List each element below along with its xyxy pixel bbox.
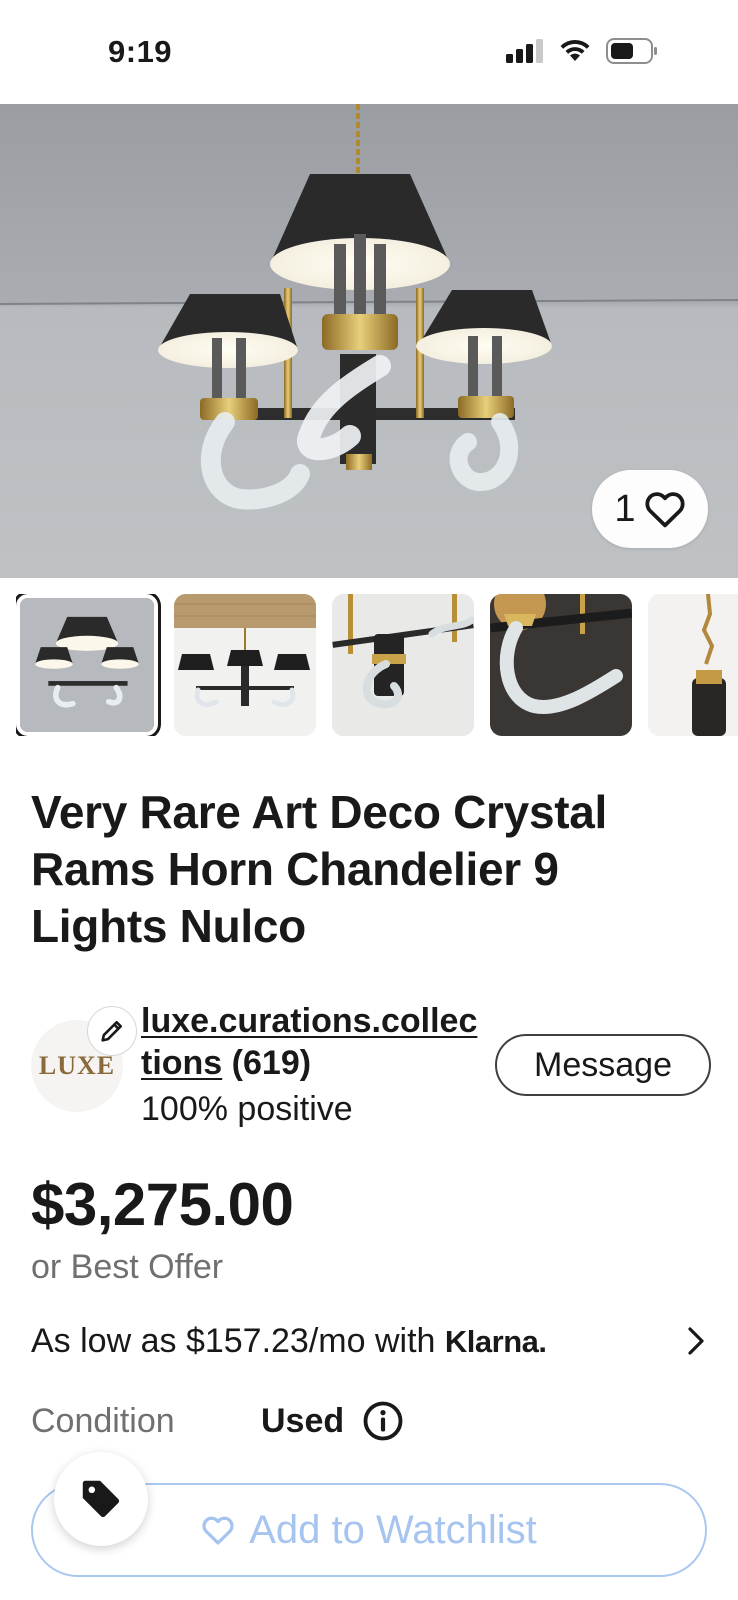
status-bar: 9:19 — [0, 0, 738, 104]
message-seller-button[interactable]: Message — [495, 1034, 711, 1096]
listing-title: Very Rare Art Deco Crystal Rams Horn Cha… — [31, 786, 608, 952]
status-icons — [506, 38, 658, 64]
thumbnail-4[interactable] — [490, 594, 632, 736]
watchlist-label: Add to Watchlist — [249, 1507, 537, 1552]
battery-icon — [606, 38, 657, 64]
klarna-logo: Klarna. — [444, 1323, 547, 1359]
thumbnail-strip[interactable] — [16, 594, 738, 736]
condition-value: Used — [261, 1401, 345, 1440]
tag-icon — [82, 1480, 120, 1518]
thumbnail-3[interactable] — [332, 594, 474, 736]
seller-logo: LUXE — [38, 1051, 116, 1080]
pencil-icon — [101, 1020, 123, 1042]
financing-amount: As low as $157.23/mo with — [31, 1321, 436, 1360]
product-image-carousel[interactable]: 1 — [0, 104, 738, 578]
thumbnail-image — [20, 598, 154, 732]
chevron-right-icon — [688, 1327, 704, 1355]
status-time: 9:19 — [108, 34, 173, 69]
thumbnail-5[interactable] — [648, 594, 738, 736]
floating-tag-button[interactable] — [54, 1452, 148, 1546]
seller-name: luxe.curations.collections (619) — [141, 1000, 481, 1084]
klarna-financing-row[interactable]: As low as $157.23/mo with Klarna. — [31, 1318, 707, 1364]
thumbnail-image — [490, 594, 632, 736]
info-icon[interactable] — [362, 1400, 404, 1442]
financing-text: As low as $157.23/mo with Klarna. — [31, 1321, 547, 1362]
watch-count: 1 — [614, 487, 636, 530]
wifi-icon — [560, 39, 590, 61]
condition-label: Condition — [31, 1401, 175, 1440]
heart-icon — [645, 492, 685, 528]
thumbnail-image — [648, 594, 738, 736]
watch-count-button[interactable]: 1 — [592, 470, 708, 548]
seller-section: LUXE luxe.curations.collections (619) 10… — [31, 1000, 711, 1130]
thumbnail-image — [332, 594, 474, 736]
thumbnail-2[interactable] — [174, 594, 316, 736]
cellular-signal-icon — [506, 39, 543, 63]
best-offer-text: or Best Offer — [31, 1248, 224, 1286]
edit-avatar-button[interactable] — [87, 1006, 137, 1056]
seller-positive-feedback: 100% positive — [141, 1090, 353, 1128]
condition-row: Condition Used — [31, 1396, 431, 1446]
thumbnail-1[interactable] — [16, 594, 161, 736]
thumbnail-image — [174, 594, 316, 736]
seller-feedback-count: (619) — [231, 1044, 312, 1082]
item-price: $3,275.00 — [31, 1171, 294, 1238]
heart-outline-icon — [202, 1516, 234, 1545]
